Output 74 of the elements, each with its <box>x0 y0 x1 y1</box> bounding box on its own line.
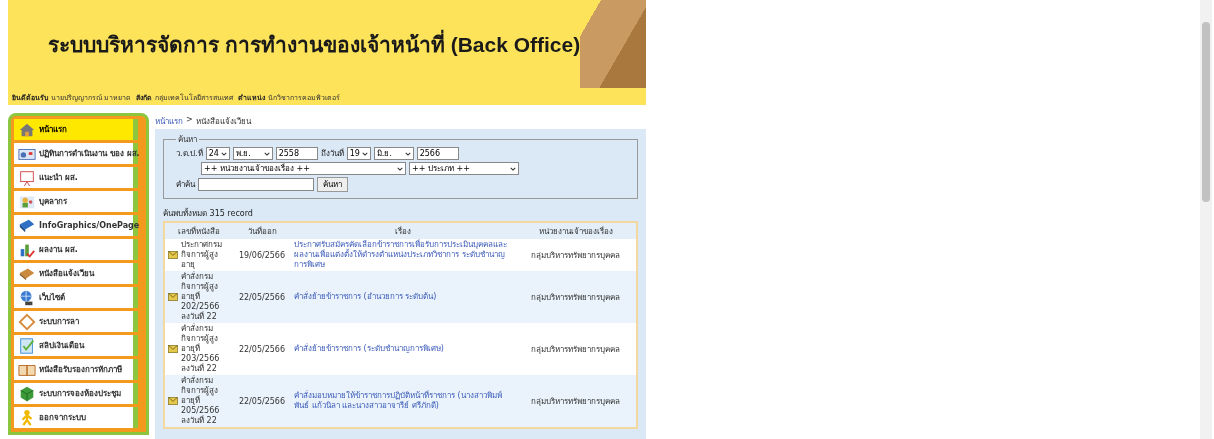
sidebar-item-label: หน้าแรก <box>39 124 67 136</box>
frame-icon <box>18 312 36 331</box>
envelope-icon <box>168 345 178 353</box>
field-label: ถึงวันที่ <box>320 147 344 160</box>
sidebar-item[interactable]: หน้าแรก <box>14 119 138 140</box>
sidebar-item[interactable]: ผลงาน ผส. <box>14 239 138 260</box>
sidebar-item[interactable]: เว็บไซต์ <box>14 287 138 308</box>
caret-icon <box>263 151 270 156</box>
dropdown[interactable]: ++ หน่วยงานเจ้าของเรื่อง ++ <box>201 162 406 175</box>
issue-date: 22/05/2566 <box>233 323 291 375</box>
owner-agency: กลุ่มบริหารทรัพยากรบุคคล <box>515 271 637 323</box>
cube-icon <box>18 384 36 403</box>
dropdown[interactable]: 19 <box>346 147 371 160</box>
sidebar-item[interactable]: หนังสือรับรองการหักภาษี <box>14 359 138 380</box>
caret-icon <box>397 166 403 171</box>
site-title: ระบบบริหารจัดการ การทำงานของเจ้าหน้าที่ (Back Office) <box>8 27 581 61</box>
board-icon <box>18 168 36 187</box>
dropdown[interactable]: ++ ประเภท ++ <box>409 162 519 175</box>
text-field[interactable]: 2558 <box>275 147 318 160</box>
document-number: คำสั่งกรมกิจการผู้สูงอายุที่ 205/2566 ลงวันที่ 22 <box>181 376 221 426</box>
dropdown[interactable]: 24 <box>205 147 230 160</box>
breadcrumb-current: หนังสือแจ้งเวียน <box>195 116 251 128</box>
owner-agency: กลุ่มบริหารทรัพยากรบุคคล <box>515 323 637 375</box>
search-button[interactable]: ค้นหา <box>317 177 348 192</box>
dropdown[interactable]: มิ.ย. <box>373 147 414 160</box>
field-label: คำค้น <box>176 179 195 191</box>
caret-icon <box>510 166 516 171</box>
sidebar-item-label: เว็บไซต์ <box>39 291 65 304</box>
column-header: หน่วยงานเจ้าของเรื่อง <box>515 222 637 239</box>
text-field[interactable] <box>198 178 314 191</box>
caret-icon <box>404 151 411 156</box>
column-header: เรื่อง <box>291 222 515 239</box>
document-number: คำสั่งกรมกิจการผู้สูงอายุที่ 202/2566 ลงวันที่ 22 <box>181 272 221 322</box>
subject-link[interactable]: คำสั่งย้ายข้าราชการ (ระดับชำนาญการพิเศษ) <box>294 344 512 354</box>
field-label: ว.ด.ป.ที่ <box>176 147 203 160</box>
sidebar-item[interactable]: บุคลากร <box>14 191 138 212</box>
issue-date: 19/06/2566 <box>233 239 291 271</box>
caret-icon <box>220 151 227 156</box>
caret-icon <box>361 151 368 156</box>
envelope-icon <box>168 293 178 301</box>
document-number: ประกาศกรมกิจการผู้สูงอายุ <box>181 240 223 270</box>
dropdown[interactable]: พ.ย. <box>232 147 273 160</box>
sidebar-item-label: สลิปเงินเดือน <box>39 340 84 352</box>
search-legend: ค้นหา <box>176 133 199 146</box>
scrollbar[interactable] <box>1200 0 1212 439</box>
sidebar-item[interactable]: แนะนำ ผส. <box>14 167 138 188</box>
owner-agency: กลุ่มบริหารทรัพยากรบุคคล <box>515 375 637 428</box>
breadcrumb-separator: > <box>186 115 193 126</box>
sidebar-item[interactable]: หนังสือแจ้งเวียน <box>14 263 138 284</box>
subject-link[interactable]: คำสั่งย้ายข้าราชการ (อำนวยการ ระดับต้น) <box>294 292 512 302</box>
result-count: ค้นพบทั้งหมด 315 record <box>163 207 254 220</box>
column-header: วันที่ออก <box>233 222 291 239</box>
sidebar-item-label: ออกจากระบบ <box>39 412 86 424</box>
sidebar-item[interactable]: ออกจากระบบ <box>14 407 138 428</box>
sidebar-item-label: ระบบการจองห้องประชุม <box>39 388 121 400</box>
breadcrumb-link[interactable]: หน้าแรก <box>155 115 183 129</box>
sidebar-item-label: บุคลากร <box>39 196 67 208</box>
text-field[interactable]: 2566 <box>416 147 459 160</box>
envelope-icon <box>168 251 178 259</box>
sidebar-item-label: หนังสือรับรองการหักภาษี <box>39 364 122 376</box>
sidebar-item[interactable]: ระบบการลา <box>14 311 138 332</box>
issue-date: 22/05/2566 <box>233 271 291 323</box>
sidebar-item-label: หนังสือแจ้งเวียน <box>39 268 94 280</box>
sidebar-item-label: ระบบการลา <box>39 316 79 328</box>
issue-date: 22/05/2566 <box>233 375 291 428</box>
envelope-icon <box>168 397 178 405</box>
document-number: คำสั่งกรมกิจการผู้สูงอายุที่ 203/2566 ลงวันที่ 22 <box>181 324 221 374</box>
sidebar-item-label: ผลงาน ผส. <box>39 244 78 256</box>
sidebar-item-label: แนะนำ ผส. <box>39 172 78 184</box>
sidebar-item[interactable]: สลิปเงินเดือน <box>14 335 138 356</box>
document-icon <box>18 336 36 355</box>
sidebar-item[interactable]: ระบบการจองห้องประชุม <box>14 383 138 404</box>
column-header: เลขที่หนังสือ <box>164 222 233 239</box>
owner-agency: กลุ่มบริหารทรัพยากรบุคคล <box>515 239 637 271</box>
